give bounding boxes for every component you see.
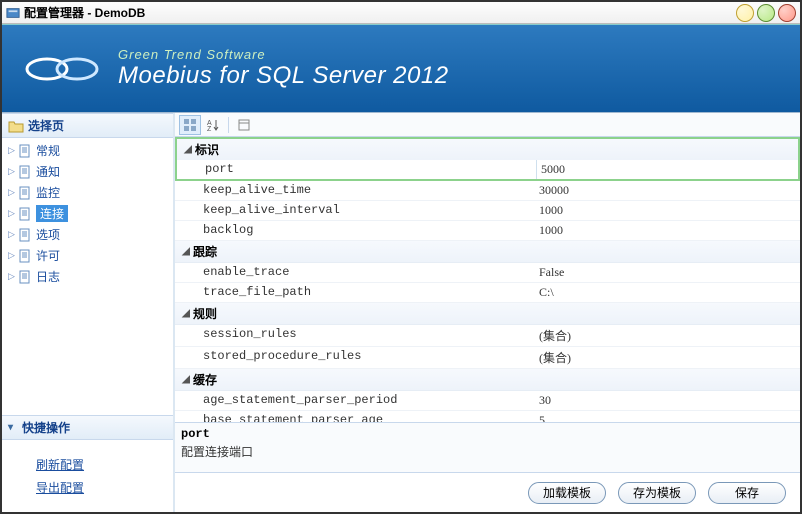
collapse-icon: ◢ <box>179 246 193 257</box>
collapse-icon: ◢ <box>181 144 195 155</box>
property-row[interactable]: enable_traceFalse <box>175 263 800 283</box>
alphabetical-view-button[interactable]: AZ <box>202 115 224 135</box>
sidebar-item-5[interactable]: ▷ 许可 <box>2 245 173 266</box>
banner-title: Moebius for SQL Server 2012 <box>118 62 449 90</box>
property-value[interactable]: 30 <box>535 391 800 410</box>
category-header[interactable]: ◢缓存 <box>175 369 800 391</box>
categorized-view-button[interactable] <box>179 115 201 135</box>
quick-links: 刷新配置导出配置 <box>2 440 173 512</box>
property-value[interactable]: 5 <box>535 411 800 422</box>
category-header[interactable]: ◢标识 <box>175 137 800 160</box>
property-toolbar: AZ <box>175 113 800 137</box>
property-key: keep_alive_interval <box>175 201 535 220</box>
nav-list: ▷ 常规 ▷ 通知 ▷ 监控 ▷ 连接 ▷ 选项 ▷ 许可 ▷ 日志 <box>2 138 173 289</box>
quick-link-0[interactable]: 刷新配置 <box>36 456 173 473</box>
save-template-button[interactable]: 存为模板 <box>618 482 696 504</box>
expand-icon: ▷ <box>8 208 18 219</box>
property-key: stored_procedure_rules <box>175 347 535 368</box>
save-button[interactable]: 保存 <box>708 482 786 504</box>
sidebar-item-label: 连接 <box>36 205 68 222</box>
page-icon <box>18 186 32 200</box>
page-icon <box>18 249 32 263</box>
property-key: keep_alive_time <box>175 181 535 200</box>
property-row[interactable]: age_statement_parser_period30 <box>175 391 800 411</box>
category-header[interactable]: ◢规则 <box>175 303 800 325</box>
chevron-down-icon: ▾ <box>8 422 20 433</box>
folder-open-icon <box>8 119 24 133</box>
window-title: 配置管理器 - DemoDB <box>24 4 145 21</box>
expand-icon: ▷ <box>8 187 18 198</box>
property-row[interactable]: trace_file_pathC:\ <box>175 283 800 303</box>
sidebar-item-6[interactable]: ▷ 日志 <box>2 266 173 287</box>
property-value[interactable]: 1000 <box>535 221 800 240</box>
property-value[interactable]: C:\ <box>535 283 800 302</box>
description-text: 配置连接端口 <box>181 443 794 460</box>
expand-icon: ▷ <box>8 250 18 261</box>
property-value[interactable]: (集合) <box>535 347 800 368</box>
page-icon <box>18 270 32 284</box>
property-row[interactable]: stored_procedure_rules(集合) <box>175 347 800 369</box>
quick-ops-header[interactable]: ▾ 快捷操作 <box>2 415 173 440</box>
load-template-button[interactable]: 加载模板 <box>528 482 606 504</box>
app-icon <box>6 6 20 20</box>
property-key: port <box>177 160 537 179</box>
sidebar-item-1[interactable]: ▷ 通知 <box>2 161 173 182</box>
banner: Green Trend Software Moebius for SQL Ser… <box>2 24 800 112</box>
sidebar-item-3[interactable]: ▷ 连接 <box>2 203 173 224</box>
logo-icon <box>22 49 102 89</box>
close-button[interactable] <box>778 4 796 22</box>
property-grid[interactable]: ◢标识port5000keep_alive_time30000keep_aliv… <box>175 137 800 422</box>
property-key: trace_file_path <box>175 283 535 302</box>
sidebar-header: 选择页 <box>2 113 173 138</box>
maximize-button[interactable] <box>757 4 775 22</box>
property-value[interactable]: 5000 <box>537 160 798 179</box>
sidebar-item-label: 选项 <box>36 226 60 243</box>
property-row[interactable]: session_rules(集合) <box>175 325 800 347</box>
property-value[interactable]: 30000 <box>535 181 800 200</box>
collapse-icon: ◢ <box>179 374 193 385</box>
property-key: enable_trace <box>175 263 535 282</box>
property-row[interactable]: keep_alive_interval1000 <box>175 201 800 221</box>
sidebar-item-label: 常规 <box>36 142 60 159</box>
description-name: port <box>181 427 794 441</box>
page-icon <box>18 144 32 158</box>
sidebar-item-label: 许可 <box>36 247 60 264</box>
main-panel: AZ ◢标识port5000keep_alive_time30000keep_a… <box>174 113 800 512</box>
page-icon <box>18 228 32 242</box>
expand-icon: ▷ <box>8 145 18 156</box>
sidebar-item-0[interactable]: ▷ 常规 <box>2 140 173 161</box>
banner-subtitle: Green Trend Software <box>118 47 449 62</box>
property-key: base_statement_parser_age <box>175 411 535 422</box>
sidebar-item-label: 通知 <box>36 163 60 180</box>
sidebar-item-label: 日志 <box>36 268 60 285</box>
minimize-button[interactable] <box>736 4 754 22</box>
property-value[interactable]: False <box>535 263 800 282</box>
property-pages-button[interactable] <box>233 115 255 135</box>
property-key: session_rules <box>175 325 535 346</box>
property-value[interactable]: (集合) <box>535 325 800 346</box>
footer-bar: 加载模板 存为模板 保存 <box>175 472 800 512</box>
property-row[interactable]: port5000 <box>175 160 800 181</box>
expand-icon: ▷ <box>8 166 18 177</box>
svg-text:Z: Z <box>207 126 212 132</box>
property-row[interactable]: base_statement_parser_age5 <box>175 411 800 422</box>
sidebar-item-label: 监控 <box>36 184 60 201</box>
sidebar-item-4[interactable]: ▷ 选项 <box>2 224 173 245</box>
property-row[interactable]: keep_alive_time30000 <box>175 181 800 201</box>
collapse-icon: ◢ <box>179 308 193 319</box>
category-header[interactable]: ◢跟踪 <box>175 241 800 263</box>
expand-icon: ▷ <box>8 229 18 240</box>
property-row[interactable]: backlog1000 <box>175 221 800 241</box>
page-icon <box>18 207 32 221</box>
sidebar-item-2[interactable]: ▷ 监控 <box>2 182 173 203</box>
property-key: age_statement_parser_period <box>175 391 535 410</box>
sidebar: 选择页 ▷ 常规 ▷ 通知 ▷ 监控 ▷ 连接 ▷ 选项 ▷ 许可 ▷ 日志 ▾ 快捷操作 刷新配置导出配… <box>2 113 174 512</box>
property-key: backlog <box>175 221 535 240</box>
quick-link-1[interactable]: 导出配置 <box>36 479 173 496</box>
page-icon <box>18 165 32 179</box>
property-value[interactable]: 1000 <box>535 201 800 220</box>
description-panel: port 配置连接端口 <box>175 422 800 472</box>
title-bar: 配置管理器 - DemoDB <box>2 2 800 24</box>
expand-icon: ▷ <box>8 271 18 282</box>
